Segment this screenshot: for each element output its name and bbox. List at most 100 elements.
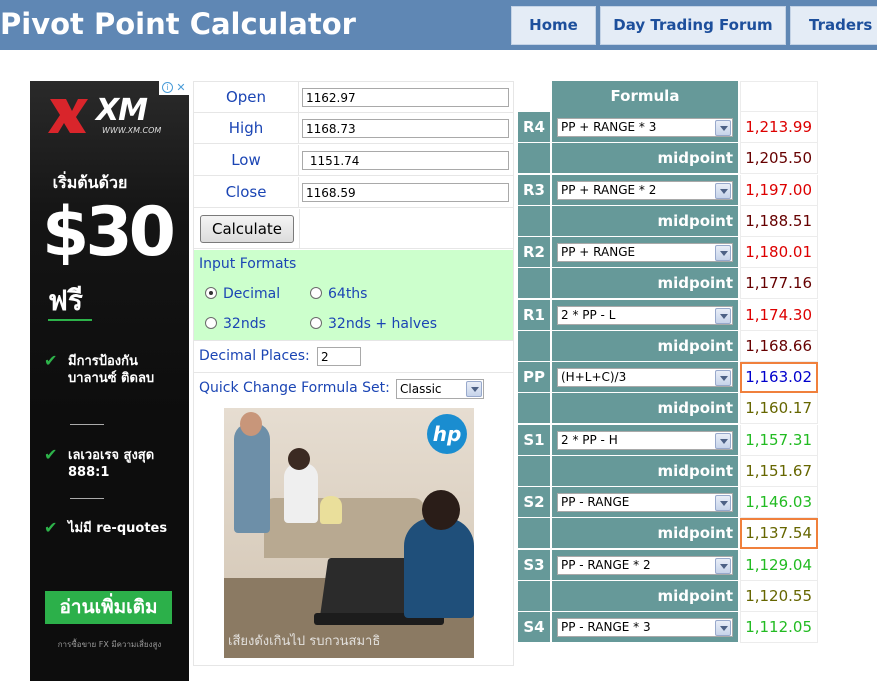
photo-boy-head bbox=[422, 490, 460, 530]
nav-forum-button[interactable]: Day Trading Forum bbox=[600, 6, 786, 45]
chevron-down-icon[interactable] bbox=[715, 433, 731, 449]
pivot-value-r1: 1,174.30 bbox=[740, 300, 818, 331]
hp-advertisement-image[interactable]: hp เสียงดังเกินไป รบกวนสมาธิ bbox=[224, 408, 474, 658]
midpoint-value: 1,160.17 bbox=[740, 393, 818, 424]
info-icon[interactable]: i bbox=[162, 82, 173, 93]
format-64ths-label: 64ths bbox=[328, 286, 368, 302]
close-icon[interactable]: ✕ bbox=[175, 81, 187, 94]
format-32nds-radio[interactable]: 32nds bbox=[205, 316, 266, 332]
high-input[interactable] bbox=[302, 119, 509, 138]
nav-traders-button[interactable]: Traders D bbox=[790, 6, 877, 45]
open-input[interactable] bbox=[302, 88, 509, 107]
radio-icon[interactable] bbox=[310, 317, 322, 329]
xm-logo-icon bbox=[48, 99, 88, 133]
pivot-code-label: R3 bbox=[518, 175, 550, 206]
chevron-down-icon[interactable] bbox=[715, 183, 731, 199]
cell-divider bbox=[299, 209, 300, 249]
formula-select-s2[interactable]: PP - RANGE bbox=[557, 493, 733, 512]
chevron-down-icon[interactable] bbox=[715, 308, 731, 324]
formula-select-value: PP - RANGE * 2 bbox=[561, 558, 651, 572]
chevron-down-icon[interactable] bbox=[715, 495, 731, 511]
pivot-row-pp: PP (H+L+C)/3 1,163.02 bbox=[518, 362, 818, 393]
formula-select-r2[interactable]: PP + RANGE bbox=[557, 243, 733, 262]
midpoint-label: midpoint bbox=[552, 581, 738, 612]
pivot-midpoint-row: midpoint 1,151.67 bbox=[518, 456, 818, 487]
close-input[interactable] bbox=[302, 183, 509, 202]
formula-select-pp[interactable]: (H+L+C)/3 bbox=[557, 368, 733, 387]
chevron-down-icon[interactable] bbox=[715, 558, 731, 574]
pivot-code-label: S2 bbox=[518, 487, 550, 518]
high-row: High bbox=[194, 113, 513, 144]
pivot-midpoint-row: midpoint 1,160.17 bbox=[518, 393, 818, 424]
format-32nds-halves-radio[interactable]: 32nds + halves bbox=[310, 316, 437, 332]
pivot-value-s1: 1,157.31 bbox=[740, 425, 818, 456]
pivot-value-s4: 1,112.05 bbox=[740, 612, 818, 643]
formula-select-value: PP + RANGE * 3 bbox=[561, 120, 657, 134]
formula-select-s3[interactable]: PP - RANGE * 2 bbox=[557, 556, 733, 575]
formula-select-value: 2 * PP - L bbox=[561, 308, 616, 322]
pivot-row-r3: R3 PP + RANGE * 2 1,197.00 bbox=[518, 175, 818, 206]
pivot-code-label: R4 bbox=[518, 112, 550, 143]
formula-select-s4[interactable]: PP - RANGE * 3 bbox=[557, 618, 733, 637]
nav-home-button[interactable]: Home bbox=[511, 6, 596, 45]
pivot-value-s3: 1,129.04 bbox=[740, 550, 818, 581]
advertisement-banner[interactable]: i ✕ XM WWW.XM.COM เริ่มต้นด้วย $30 ฟรี ✔… bbox=[30, 81, 189, 681]
format-64ths-radio[interactable]: 64ths bbox=[310, 286, 367, 302]
quick-change-label: Quick Change Formula Set: bbox=[199, 380, 390, 396]
pivot-row-s1: S1 2 * PP - H 1,157.31 bbox=[518, 425, 818, 456]
radio-icon[interactable] bbox=[310, 287, 322, 299]
pivot-formula-cell: PP - RANGE * 3 bbox=[552, 612, 738, 643]
pivot-code-label: S3 bbox=[518, 550, 550, 581]
formula-select-r3[interactable]: PP + RANGE * 2 bbox=[557, 181, 733, 200]
ad-separator bbox=[70, 424, 104, 425]
decimal-places-input[interactable] bbox=[317, 347, 361, 366]
formula-set-value: Classic bbox=[400, 382, 442, 396]
midpoint-value: 1,188.51 bbox=[740, 206, 818, 237]
pivot-midpoint-row: midpoint 1,120.55 bbox=[518, 581, 818, 612]
pivot-value-r4: 1,213.99 bbox=[740, 112, 818, 143]
formula-select-r4[interactable]: PP + RANGE * 3 bbox=[557, 118, 733, 137]
pivot-row-r2: R2 PP + RANGE 1,180.01 bbox=[518, 237, 818, 268]
pivot-midpoint-row: midpoint 1,177.16 bbox=[518, 268, 818, 299]
low-label: Low bbox=[194, 145, 299, 175]
photo-girl-head bbox=[288, 448, 310, 470]
radio-selected-icon[interactable] bbox=[205, 287, 217, 299]
chevron-down-icon[interactable] bbox=[715, 120, 731, 136]
pivot-header-blank bbox=[518, 81, 550, 112]
open-row: Open bbox=[194, 82, 513, 113]
chevron-down-icon[interactable] bbox=[715, 245, 731, 261]
pivot-formula-header: Formula bbox=[552, 81, 738, 112]
pivot-code-blank bbox=[518, 143, 550, 174]
formula-select-s1[interactable]: 2 * PP - H bbox=[557, 431, 733, 450]
low-row: Low bbox=[194, 145, 513, 176]
format-decimal-radio[interactable]: Decimal bbox=[205, 286, 280, 302]
formula-select-value: (H+L+C)/3 bbox=[561, 370, 627, 384]
chevron-down-icon[interactable] bbox=[715, 370, 731, 386]
pivot-code-label: S1 bbox=[518, 425, 550, 456]
check-icon: ✔ bbox=[44, 445, 58, 464]
midpoint-label: midpoint bbox=[552, 143, 738, 174]
pivot-value-r2: 1,180.01 bbox=[740, 237, 818, 268]
format-32nds-label: 32nds bbox=[223, 316, 266, 332]
low-input[interactable] bbox=[302, 151, 509, 170]
ad-bullet-2: เลเวอเรจ สูงสุด 888:1 bbox=[68, 448, 155, 480]
close-label: Close bbox=[194, 177, 299, 207]
close-row: Close bbox=[194, 177, 513, 208]
photo-adult-head bbox=[240, 412, 262, 436]
formula-set-select[interactable]: Classic bbox=[396, 379, 484, 399]
formula-select-value: PP - RANGE * 3 bbox=[561, 620, 651, 634]
radio-icon[interactable] bbox=[205, 317, 217, 329]
pivot-formula-cell: 2 * PP - H bbox=[552, 425, 738, 456]
pivot-value-r3: 1,197.00 bbox=[740, 175, 818, 206]
calculate-button[interactable]: Calculate bbox=[200, 215, 294, 243]
decimal-places-row: Decimal Places: bbox=[194, 342, 513, 373]
midpoint-label: midpoint bbox=[552, 331, 738, 362]
page: Pivot Point Calculator Home Day Trading … bbox=[0, 0, 877, 688]
pivot-code-blank bbox=[518, 518, 550, 549]
chevron-down-icon[interactable] bbox=[715, 620, 731, 636]
formula-select-r1[interactable]: 2 * PP - L bbox=[557, 306, 733, 325]
ad-disclaimer: การซื้อขาย FX มีความเสี่ยงสูง bbox=[57, 640, 162, 649]
formula-select-value: 2 * PP - H bbox=[561, 433, 618, 447]
chevron-down-icon[interactable] bbox=[466, 381, 482, 397]
ad-read-more-button[interactable]: อ่านเพิ่มเติม bbox=[45, 591, 172, 624]
